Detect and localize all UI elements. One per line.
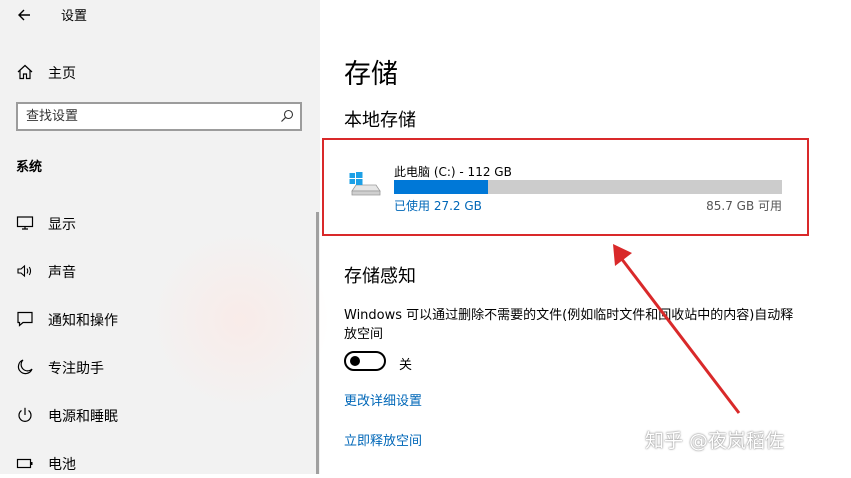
search-input[interactable] xyxy=(26,107,266,126)
moon-icon xyxy=(17,359,33,375)
toggle-knob xyxy=(350,356,360,366)
sidebar-item-label: 电源和睡眠 xyxy=(48,409,118,425)
back-arrow-icon xyxy=(18,9,30,21)
search-icon[interactable] xyxy=(280,109,294,123)
sidebar-item-home[interactable]: 主页 xyxy=(0,58,320,86)
sidebar-item-label: 主页 xyxy=(48,66,76,82)
back-button[interactable] xyxy=(14,4,36,26)
sidebar: 设置 主页 系统 显示 声音 通知和操作 xyxy=(0,0,330,474)
annotation-arrow-head xyxy=(613,244,632,266)
search-box[interactable] xyxy=(16,102,302,131)
sidebar-item-label: 声音 xyxy=(48,265,76,281)
sidebar-item-label: 电池 xyxy=(48,457,76,473)
power-icon xyxy=(18,407,32,422)
sidebar-item-focus-assist[interactable]: 专注助手 xyxy=(0,352,316,382)
speaker-icon xyxy=(17,264,32,278)
toggle-state-label: 关 xyxy=(399,358,413,373)
annotation-highlight-box xyxy=(322,138,809,236)
storage-sense-heading: 存储感知 xyxy=(344,266,416,287)
page-title: 存储 xyxy=(344,59,398,90)
section-title: 系统 xyxy=(16,160,43,175)
sidebar-item-label: 显示 xyxy=(48,217,76,233)
storage-sense-toggle[interactable] xyxy=(344,351,386,371)
change-settings-link[interactable]: 更改详细设置 xyxy=(344,390,422,409)
sidebar-item-label: 通知和操作 xyxy=(48,313,118,329)
message-icon xyxy=(17,311,33,327)
sidebar-item-power-sleep[interactable]: 电源和睡眠 xyxy=(0,400,316,430)
home-icon xyxy=(17,64,33,80)
sidebar-item-label: 专注助手 xyxy=(48,361,104,377)
sidebar-item-sound[interactable]: 声音 xyxy=(0,256,316,286)
sidebar-item-display[interactable]: 显示 xyxy=(0,208,316,238)
app-title: 设置 xyxy=(61,9,88,24)
watermark: 知乎 @夜岚稻佐 xyxy=(645,430,785,452)
storage-sense-description: Windows 可以通过删除不需要的文件(例如临时文件和回收站中的内容)自动释放… xyxy=(344,308,794,342)
local-storage-heading: 本地存储 xyxy=(344,110,416,131)
monitor-icon xyxy=(16,216,34,230)
sidebar-scrollbar[interactable] xyxy=(316,212,319,474)
battery-icon xyxy=(16,458,33,469)
sidebar-item-notifications[interactable]: 通知和操作 xyxy=(0,304,316,334)
free-space-now-link[interactable]: 立即释放空间 xyxy=(344,430,422,449)
